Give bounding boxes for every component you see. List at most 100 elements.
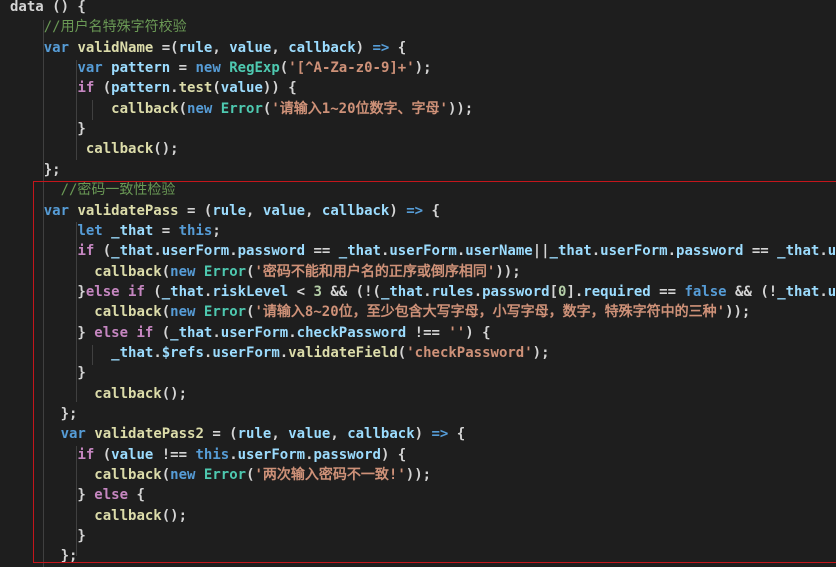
- code-token: ) {: [380, 447, 407, 463]
- code-line[interactable]: }: [10, 119, 85, 139]
- code-token: ,: [271, 40, 289, 56]
- code-token: Error: [203, 304, 247, 320]
- code-line[interactable]: };: [10, 160, 61, 180]
- code-token: userForm: [220, 325, 289, 341]
- code-token: (: [397, 345, 407, 361]
- code-line[interactable]: }: [10, 363, 85, 383]
- code-line[interactable]: _that.$refs.userForm.validateField('chec…: [10, 343, 549, 363]
- code-line[interactable]: callback();: [10, 139, 179, 159]
- code-token: rule: [178, 40, 213, 56]
- code-line[interactable]: //密码一致性检验: [10, 180, 176, 200]
- code-line[interactable]: let _that = this;: [10, 221, 220, 241]
- code-token: _that: [111, 345, 154, 361]
- code-token: if: [128, 284, 145, 300]
- code-token: if: [77, 80, 95, 96]
- code-line[interactable]: if (value !== this.userForm.password) {: [10, 445, 406, 465]
- code-token: value: [262, 203, 306, 219]
- code-token: _that: [161, 284, 204, 300]
- code-token: callback: [94, 386, 162, 402]
- code-token: callback: [347, 426, 415, 442]
- code-token: password: [482, 284, 550, 300]
- code-token: let: [77, 223, 103, 239]
- code-token: )) {: [262, 80, 297, 96]
- code-token: callback: [94, 264, 162, 280]
- code-token: _that: [111, 223, 154, 239]
- code-token: value: [111, 447, 154, 463]
- code-token: .: [819, 284, 828, 300]
- code-line[interactable]: callback();: [10, 506, 187, 526]
- code-token: new: [170, 467, 196, 483]
- code-line[interactable]: } else if (_that.userForm.checkPassword …: [10, 323, 491, 343]
- code-token: {: [128, 487, 145, 503]
- code-token: ) {: [465, 325, 491, 341]
- code-token: && (!: [726, 284, 778, 300]
- code-token: validName: [77, 40, 154, 56]
- code-token: use: [827, 243, 836, 259]
- code-token: };: [10, 548, 78, 564]
- code-token: if: [136, 325, 154, 341]
- code-token: _that: [777, 284, 820, 300]
- code-line[interactable]: };: [10, 546, 78, 566]
- code-token: '[^A-Za-z0-9]+': [288, 60, 415, 76]
- code-token: <: [288, 284, 314, 300]
- code-token: ));: [495, 264, 521, 280]
- code-line[interactable]: if (pattern.test(value)) {: [10, 78, 297, 98]
- code-editor[interactable]: data () { //用户名特殊字符校验 var validName =(ru…: [0, 0, 836, 567]
- code-token: .: [153, 345, 162, 361]
- code-line[interactable]: callback();: [10, 384, 187, 404]
- code-line[interactable]: if (_that.userForm.password == _that.use…: [10, 241, 836, 261]
- code-token: Error: [203, 467, 247, 483]
- code-token: else: [94, 487, 129, 503]
- code-token: Error: [203, 264, 247, 280]
- code-line[interactable]: }: [10, 526, 85, 546]
- code-token: =>: [406, 203, 424, 219]
- code-token: ,: [212, 40, 230, 56]
- code-token: );: [414, 60, 432, 76]
- code-line[interactable]: var pattern = new RegExp('[^A-Za-z0-9]+'…: [10, 58, 432, 78]
- code-token: checkPassword: [296, 325, 407, 341]
- code-line[interactable]: };: [10, 404, 78, 424]
- code-token: _that: [777, 243, 820, 259]
- code-token: new: [170, 264, 196, 280]
- code-token: 'checkPassword': [406, 345, 533, 361]
- code-token: ();: [161, 386, 188, 402]
- code-line[interactable]: callback(new Error('两次输入密码不一致!'));: [10, 465, 431, 485]
- code-line[interactable]: }else if (_that.riskLevel < 3 && (!(_tha…: [10, 282, 836, 302]
- code-token: && (!(: [321, 284, 381, 300]
- code-token: (: [178, 101, 188, 117]
- code-line[interactable]: callback(new Error('请输入8~20位，至少包含大写字母，小写…: [10, 302, 750, 322]
- code-token: (: [94, 80, 112, 96]
- code-token: (: [161, 467, 171, 483]
- code-line[interactable]: callback(new Error('密码不能和用户名的正序或倒序相同'));: [10, 262, 521, 282]
- code-token: rule: [212, 203, 247, 219]
- code-line[interactable]: var validatePass2 = (rule, value, callba…: [10, 424, 466, 444]
- code-line[interactable]: var validatePass = (rule, value, callbac…: [10, 201, 440, 221]
- code-token: (: [212, 80, 221, 96]
- code-token: .: [591, 243, 601, 259]
- code-line[interactable]: //用户名特殊字符校验: [10, 17, 187, 37]
- code-token: if: [77, 447, 95, 463]
- code-token: else: [94, 325, 129, 341]
- code-line[interactable]: data () {: [10, 0, 86, 17]
- code-token: ));: [725, 304, 751, 320]
- code-token: _that: [111, 243, 154, 259]
- code-line[interactable]: callback(new Error('请输入1~20位数字、字母'));: [10, 99, 473, 119]
- code-line[interactable]: } else {: [10, 485, 145, 505]
- code-line[interactable]: var validName =(rule, value, callback) =…: [10, 38, 407, 58]
- code-token: else: [85, 284, 120, 300]
- code-token: ||: [532, 243, 550, 259]
- code-token: .: [170, 80, 179, 96]
